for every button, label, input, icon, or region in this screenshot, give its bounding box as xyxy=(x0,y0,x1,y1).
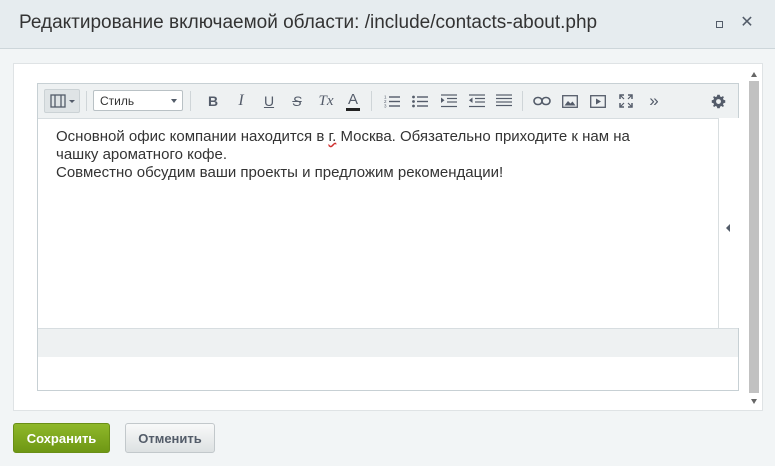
view-mode-icon xyxy=(50,94,75,108)
side-panel-toggle[interactable] xyxy=(718,118,739,328)
insert-video-button[interactable] xyxy=(588,90,608,112)
editor-text-area[interactable]: Основной офис компании находится в г. Мо… xyxy=(56,128,696,182)
vertical-scrollbar[interactable] xyxy=(748,72,760,408)
close-icon: ✕ xyxy=(740,14,754,31)
content-paragraph: Основной офис компании находится в г. Мо… xyxy=(56,128,696,146)
style-select-value: Стиль xyxy=(100,94,135,108)
outdent-icon xyxy=(469,94,485,108)
scroll-up-icon[interactable] xyxy=(751,72,757,77)
html-editor: Стиль B I U S Tx A 1 2 3 » Основной офис… xyxy=(37,83,739,391)
save-button[interactable]: Сохранить xyxy=(13,423,110,453)
align-button[interactable] xyxy=(494,90,514,112)
dialog-content: Стиль B I U S Tx A 1 2 3 » Основной офис… xyxy=(13,63,763,411)
font-color-button[interactable]: A xyxy=(346,91,360,111)
edit-include-dialog: Редактирование включаемой области: /incl… xyxy=(0,0,775,466)
content-paragraph: чашку ароматного кофе. xyxy=(56,146,228,163)
remove-format-button[interactable]: Tx xyxy=(316,90,336,112)
gear-icon xyxy=(711,94,725,108)
outdent-button[interactable] xyxy=(467,90,487,112)
settings-button[interactable] xyxy=(708,90,728,112)
toolbar-separator xyxy=(371,91,372,111)
editor-toolbar: Стиль B I U S Tx A 1 2 3 » xyxy=(38,84,738,119)
close-button[interactable]: ✕ xyxy=(740,14,754,31)
fullscreen-button[interactable] xyxy=(616,90,636,112)
ordered-list-icon: 1 2 3 xyxy=(384,95,400,109)
style-select[interactable]: Стиль xyxy=(93,90,183,111)
image-icon xyxy=(562,94,578,108)
align-justify-icon xyxy=(496,94,512,107)
strikethrough-button[interactable]: S xyxy=(288,90,306,112)
content-text: Москва. Обязательно приходите к нам на xyxy=(336,128,630,145)
dialog-titlebar: Редактирование включаемой области: /incl… xyxy=(0,0,775,49)
maximize-icon xyxy=(715,20,723,28)
dialog-title: Редактирование включаемой области: /incl… xyxy=(19,12,598,33)
content-paragraph: Совместно обсудим ваши проекты и предлож… xyxy=(56,164,504,181)
scrollbar-thumb[interactable] xyxy=(749,81,759,393)
fullscreen-icon xyxy=(619,94,633,108)
underline-button[interactable]: U xyxy=(260,90,278,112)
italic-button[interactable]: I xyxy=(232,90,250,112)
bullet-list-button[interactable] xyxy=(410,90,430,112)
bold-button[interactable]: B xyxy=(204,90,222,112)
indent-icon xyxy=(441,94,457,108)
bullet-list-icon xyxy=(412,95,428,108)
cancel-button[interactable]: Отменить xyxy=(125,423,215,453)
toolbar-separator xyxy=(190,91,191,111)
more-button[interactable]: » xyxy=(644,90,664,112)
svg-text:3: 3 xyxy=(384,104,387,109)
maximize-button[interactable] xyxy=(712,17,726,31)
indent-button[interactable] xyxy=(439,90,459,112)
video-icon xyxy=(590,94,606,108)
content-text: Основной офис компании находится в xyxy=(56,128,329,145)
toolbar-separator xyxy=(86,91,87,111)
view-mode-button[interactable] xyxy=(44,89,80,113)
toolbar-separator xyxy=(522,91,523,111)
insert-link-button[interactable] xyxy=(532,90,552,112)
link-icon xyxy=(533,96,551,106)
chevron-left-icon xyxy=(726,224,730,232)
insert-image-button[interactable] xyxy=(560,90,580,112)
editor-statusbar xyxy=(38,328,738,357)
scroll-down-icon[interactable] xyxy=(751,399,757,404)
ordered-list-button[interactable]: 1 2 3 xyxy=(382,90,402,112)
chevron-down-icon xyxy=(171,99,177,103)
